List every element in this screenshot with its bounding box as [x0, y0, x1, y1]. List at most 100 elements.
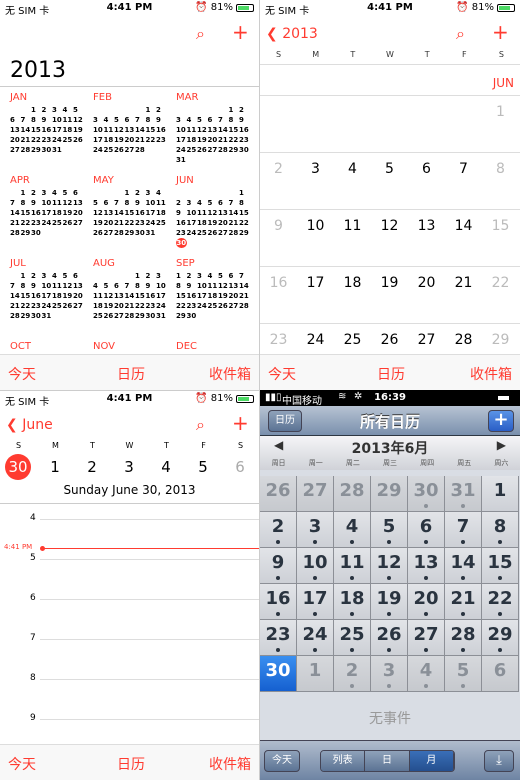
day-cell[interactable]: 5 [190, 454, 216, 480]
day-cell[interactable]: 1 [42, 454, 68, 480]
day-cell[interactable]: 8 [482, 161, 519, 177]
day-cell[interactable]: 29 [482, 332, 519, 348]
day-cell[interactable]: 10 [297, 218, 334, 234]
day-cell[interactable]: 23 [260, 332, 297, 348]
day-cell[interactable]: 3 [371, 656, 408, 692]
day-cell[interactable]: 17 [297, 584, 334, 620]
day-cell[interactable]: 5 [371, 161, 408, 177]
day-cell[interactable]: 18 [334, 275, 371, 291]
month-mini[interactable]: AUG 1 2 3 4 5 6 7 8 9 10 11 12 13 14 15 16 17 18 19 20 21 22 23… [93, 258, 173, 321]
day-cell[interactable]: 4 [334, 512, 371, 548]
day-cell[interactable]: 9 [260, 548, 297, 584]
day-cell[interactable]: 5 [445, 656, 482, 692]
day-cell[interactable]: 12 [371, 218, 408, 234]
day-cell[interactable]: 6 [408, 161, 445, 177]
day-cell[interactable]: 18 [334, 584, 371, 620]
day-cell[interactable]: 3 [297, 161, 334, 177]
day-cell[interactable]: 6 [482, 656, 519, 692]
day-cell[interactable]: 5 [371, 512, 408, 548]
calendars-button[interactable]: 日历 [377, 364, 405, 384]
today-button[interactable]: 今天 [268, 364, 296, 384]
day-cell[interactable]: 16 [260, 275, 297, 291]
inbox-button[interactable]: 收件箱 [209, 754, 251, 774]
day-cell[interactable]: 7 [445, 161, 482, 177]
day-cell[interactable]: 22 [482, 584, 519, 620]
day-cell[interactable]: 12 [371, 548, 408, 584]
back-button[interactable]: ❮ June [6, 415, 53, 435]
day-cell[interactable]: 4 [153, 454, 179, 480]
day-cell[interactable]: 8 [482, 512, 519, 548]
day-cell[interactable]: 27 [408, 620, 445, 656]
add-event-button[interactable]: + [492, 22, 509, 42]
day-cell[interactable]: 28 [334, 476, 371, 512]
calendars-button[interactable]: 日历 [117, 364, 145, 384]
day-cell[interactable]: 16 [260, 584, 297, 620]
day-cell[interactable]: 29 [371, 476, 408, 512]
day-cell[interactable]: 26 [371, 620, 408, 656]
today-button[interactable]: 今天 [264, 750, 300, 772]
day-cell[interactable]: 2 [260, 512, 297, 548]
day-cell[interactable]: 14 [445, 548, 482, 584]
month-mini[interactable]: JUN 1 2 3 4 5 6 7 8 9 10 11 12 13 14 15 16 17 18 19 20 21 22 23… [176, 175, 256, 248]
day-cell[interactable]: 2 [334, 656, 371, 692]
download-icon[interactable]: ⤓ [484, 750, 514, 772]
day-cell[interactable]: 31 [445, 476, 482, 512]
day-cell[interactable]: 23 [260, 620, 297, 656]
month-mini[interactable]: SEP 1 2 3 4 5 6 7 8 9 10 11 12 13 14 15 16 17 18 19 20 21 22 23… [176, 258, 256, 321]
day-cell[interactable]: 2 [79, 454, 105, 480]
day-cell[interactable]: 15 [482, 218, 519, 234]
segment-month[interactable]: 月 [409, 751, 454, 771]
day-cell[interactable]: 9 [260, 218, 297, 234]
add-event-button[interactable]: + [232, 413, 249, 433]
search-icon[interactable]: ⌕ [196, 24, 205, 44]
day-cell[interactable]: 11 [334, 218, 371, 234]
day-cell[interactable]: 25 [334, 332, 371, 348]
day-cell[interactable]: 20 [408, 584, 445, 620]
day-cell[interactable]: 6 [408, 512, 445, 548]
day-cell[interactable]: 11 [334, 548, 371, 584]
day-cell[interactable]: 25 [334, 620, 371, 656]
today-button[interactable]: 今天 [8, 364, 36, 384]
inbox-button[interactable]: 收件箱 [209, 364, 251, 384]
month-mini[interactable]: OCT [10, 341, 90, 354]
day-cell[interactable]: 22 [482, 275, 519, 291]
add-event-button[interactable]: + [488, 410, 514, 432]
day-cell[interactable]: 10 [297, 548, 334, 584]
day-cell[interactable]: 7 [445, 512, 482, 548]
day-cell[interactable]: 3 [116, 454, 142, 480]
month-mini[interactable]: MAR 1 2 3 4 5 6 7 8 9 10 11 12 13 14 15 16 17 18 19 20 21 22 23… [176, 92, 256, 165]
month-mini[interactable]: NOV [93, 341, 173, 354]
day-cell[interactable]: 27 [297, 476, 334, 512]
month-mini[interactable]: JAN 1 2 3 4 5 6 7 8 9 10 11 12 13 14 15 16 17 18 19 20 21 22 23… [10, 92, 90, 155]
day-cell[interactable]: 30 [5, 454, 31, 480]
month-mini[interactable]: FEB 1 2 3 4 5 6 7 8 9 10 11 12 13 14 15 16 17 18 19 20 21 22 23… [93, 92, 173, 155]
day-cell[interactable]: 1 [482, 104, 519, 120]
search-icon[interactable]: ⌕ [456, 24, 465, 44]
segment-list[interactable]: 列表 [321, 751, 366, 771]
day-cell[interactable]: 21 [445, 275, 482, 291]
month-mini[interactable]: DEC [176, 341, 256, 354]
day-cell[interactable]: 1 [482, 476, 519, 512]
day-cell[interactable]: 6 [227, 454, 253, 480]
back-button[interactable]: ❮ 2013 [266, 24, 318, 44]
next-month-button[interactable]: ▶ [497, 438, 506, 452]
month-mini[interactable]: JUL 1 2 3 4 5 6 7 8 9 10 11 12 13 14 15 16 17 18 19 20 21 22 23… [10, 258, 90, 321]
day-cell[interactable]: 4 [408, 656, 445, 692]
day-cell[interactable]: 4 [334, 161, 371, 177]
day-cell[interactable]: 27 [408, 332, 445, 348]
day-cell[interactable]: 13 [408, 218, 445, 234]
day-cell[interactable]: 2 [260, 161, 297, 177]
month-mini[interactable]: APR 1 2 3 4 5 6 7 8 9 10 11 12 13 14 15 16 17 18 19 20 21 22 23… [10, 175, 90, 238]
today-button[interactable]: 今天 [8, 754, 36, 774]
segment-day[interactable]: 日 [365, 751, 410, 771]
day-cell[interactable]: 3 [297, 512, 334, 548]
day-cell[interactable]: 14 [445, 218, 482, 234]
day-cell[interactable]: 26 [371, 332, 408, 348]
day-cell[interactable]: 24 [297, 332, 334, 348]
day-cell[interactable]: 30 [260, 656, 297, 692]
day-cell[interactable]: 24 [297, 620, 334, 656]
day-cell[interactable]: 19 [371, 584, 408, 620]
calendars-button[interactable]: 日历 [117, 754, 145, 774]
day-cell[interactable]: 13 [408, 548, 445, 584]
search-icon[interactable]: ⌕ [196, 415, 205, 435]
